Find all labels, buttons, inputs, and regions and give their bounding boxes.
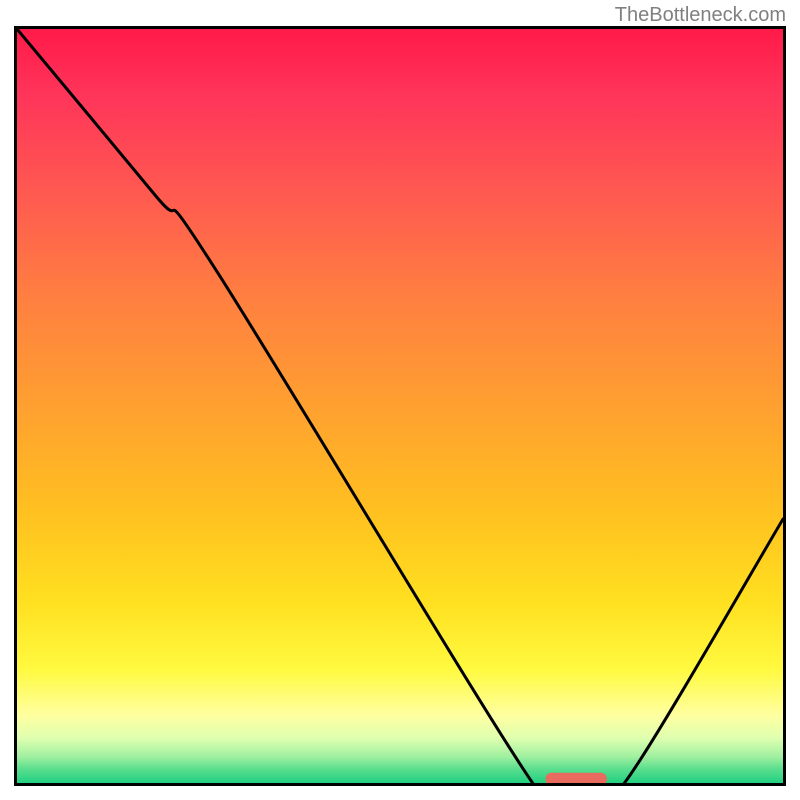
bottleneck-curve xyxy=(17,29,783,783)
plot-area xyxy=(14,26,786,786)
chart-overlay xyxy=(17,29,783,783)
watermark-text: TheBottleneck.com xyxy=(615,4,786,27)
optimal-marker xyxy=(546,773,607,783)
